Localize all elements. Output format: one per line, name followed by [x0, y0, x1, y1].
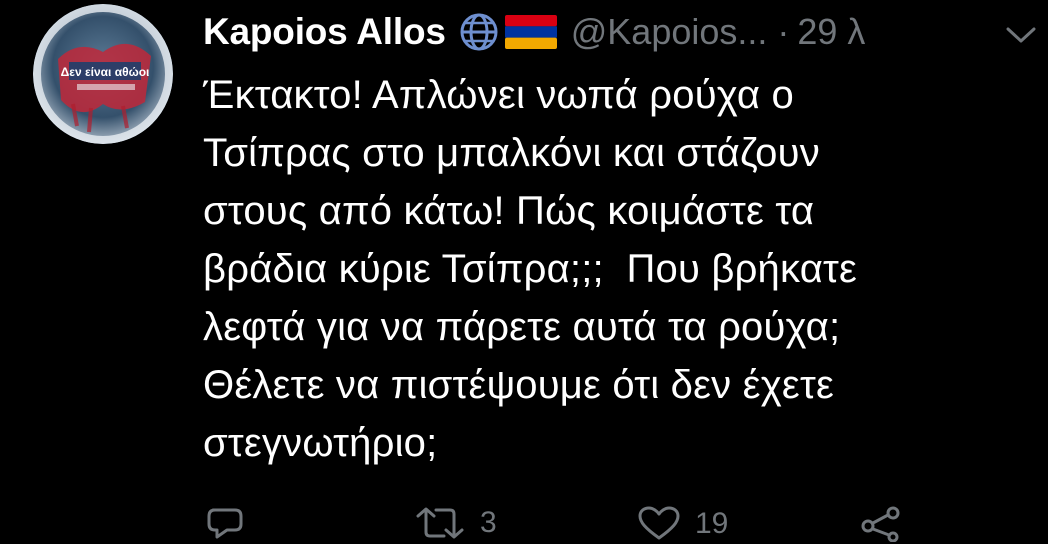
tweet-line: Τσίπρας στο μπαλκόνι και στάζουν: [203, 131, 820, 175]
tweet-text: Έκτακτο! Απλώνει νωπά ρούχα ο Τσίπρας στ…: [203, 66, 1023, 472]
tweet-line: Θέλετε να πιστέψουμε ότι δεν έχετε: [203, 363, 834, 407]
display-name[interactable]: Kapoios Allos: [203, 11, 446, 53]
timestamp[interactable]: 29 λ: [797, 11, 865, 53]
tweet-line: στεγνωτήριο;: [203, 421, 438, 465]
retweet-count: 3: [480, 506, 497, 539]
retweet-button[interactable]: 3: [414, 506, 497, 540]
avatar-image: Δεν είναι αθώοι: [33, 4, 173, 144]
action-bar: 3 19: [0, 500, 1048, 544]
tweet-line: λεφτά για να πάρετε αυτά τα ρούχα;: [203, 305, 841, 349]
share-button[interactable]: [859, 506, 917, 542]
retweet-icon: [414, 506, 466, 540]
avatar-lettering: Δεν είναι αθώοι: [61, 65, 150, 79]
tweet-line: στους από κάτω! Πώς κοιμάστε τα: [203, 189, 815, 233]
separator-dot: ·: [777, 11, 790, 52]
share-icon: [859, 506, 903, 542]
reply-button[interactable]: [205, 506, 259, 540]
user-handle[interactable]: @Kapoios...: [571, 11, 768, 53]
reply-icon: [205, 506, 245, 540]
like-count: 19: [695, 507, 729, 540]
tweet-line: βράδια κύριε Τσίπρα;;; Που βρήκατε: [203, 247, 858, 291]
avatar[interactable]: Δεν είναι αθώοι: [33, 4, 173, 144]
globe-icon: [459, 12, 499, 52]
tweet-line: Έκτακτο! Απλώνει νωπά ρούχα ο: [203, 73, 794, 117]
chevron-down-icon[interactable]: [1004, 24, 1038, 46]
heart-icon: [637, 506, 681, 542]
like-button[interactable]: 19: [637, 506, 728, 542]
tweet-header: Kapoios Allos @Kapoios... · 29 λ: [203, 6, 1033, 58]
armenia-flag-icon: [504, 15, 557, 49]
